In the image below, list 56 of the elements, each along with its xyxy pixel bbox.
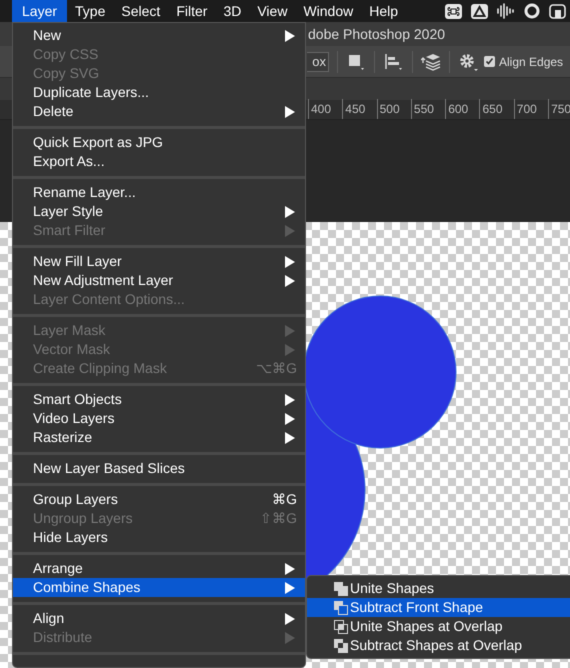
menu-bar-item[interactable]: Select (113, 0, 168, 22)
ruler-label: 400 (311, 101, 332, 118)
menu-item[interactable]: Arrange (13, 559, 305, 578)
shortcut-label: ⌘G (272, 490, 297, 509)
menu-item[interactable]: Unite Shapes (307, 579, 570, 598)
menu-item[interactable]: Rasterize (13, 428, 305, 447)
ruler-label: 500 (380, 101, 400, 118)
window-icon[interactable] (549, 4, 566, 18)
menu-item[interactable]: Hide Layers (13, 528, 305, 547)
menu-item[interactable]: Subtract Shapes at Overlap (307, 636, 570, 655)
shortcut-label: ⇧⌘G (260, 509, 297, 528)
menu-bar-item[interactable]: Window (295, 0, 362, 22)
shortcut-label: ⌥⌘G (256, 359, 297, 378)
ruler-label: 550 (414, 101, 434, 118)
menu-item[interactable]: Subtract Front Shape (307, 598, 570, 617)
audio-wave-icon[interactable] (497, 3, 515, 19)
menu-item[interactable]: Smart Objects (13, 390, 305, 409)
menu-item[interactable]: New Adjustment Layer (13, 271, 305, 290)
triangle-app-icon[interactable] (471, 4, 488, 18)
checkbox-label: Align Edges (499, 54, 564, 70)
command-key-icon[interactable] (445, 4, 462, 18)
menu-item[interactable]: New (13, 26, 305, 45)
checkbox[interactable] (484, 56, 495, 67)
menu-item[interactable]: Rename Layer... (13, 183, 305, 202)
menu-bar-item[interactable]: Layer (12, 0, 68, 22)
menu-bar-item[interactable]: Type (67, 0, 114, 22)
menu-item[interactable]: Quick Export as JPG (13, 133, 305, 152)
menu-item[interactable]: Combine Shapes (13, 578, 305, 597)
unite-shapes-icon (334, 582, 348, 596)
menu-item[interactable]: New Layer Based Slices (13, 459, 305, 478)
ruler-label: 700 (516, 101, 537, 118)
ruler-label: 450 (345, 101, 366, 118)
square-dropdown-icon[interactable] (348, 54, 364, 70)
menu-item[interactable]: Delete (13, 102, 305, 121)
unit-field[interactable]: ox (307, 52, 329, 72)
menu-item[interactable]: Layer Style (13, 202, 305, 221)
menu-bar-item[interactable]: Help (361, 0, 406, 22)
align-left-icon[interactable] (385, 54, 402, 70)
ring-icon[interactable] (524, 3, 540, 19)
layers-arrange-icon[interactable] (421, 52, 441, 70)
menu-item[interactable]: Unite Shapes at Overlap (307, 617, 570, 636)
menu-bar-item[interactable]: 3D (215, 0, 250, 22)
menu-item[interactable]: New Fill Layer (13, 252, 305, 271)
ruler-label: 650 (482, 101, 503, 118)
subtract-shape-icon (334, 600, 348, 614)
menu-item[interactable]: Export As... (13, 152, 305, 171)
window-title: dobe Photoshop 2020 (308, 24, 446, 44)
menu-item[interactable]: Group Layers ⌘G (13, 490, 305, 509)
exclude-overlap-icon (334, 638, 348, 652)
menu-bar-item[interactable]: Filter (168, 0, 216, 22)
settings-icon[interactable] (459, 52, 478, 70)
menu-bar-item[interactable]: View (249, 0, 296, 22)
intersect-shapes-icon (334, 620, 348, 634)
menu-item[interactable]: Align (13, 609, 305, 628)
ruler-label: 600 (448, 101, 468, 118)
menu-item[interactable]: Video Layers (13, 409, 305, 428)
